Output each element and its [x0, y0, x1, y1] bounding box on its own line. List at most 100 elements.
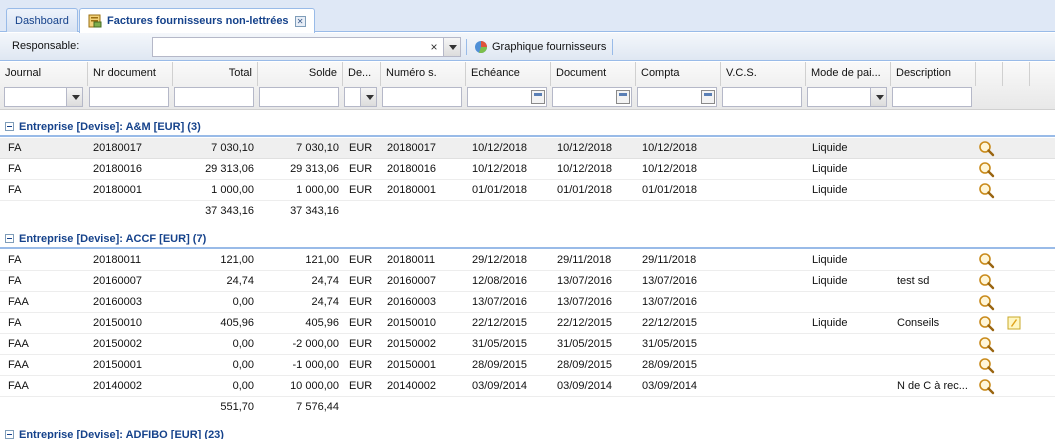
total-filter[interactable] [174, 87, 254, 107]
close-tab-icon[interactable]: ✕ [294, 15, 306, 27]
column-header-echeance[interactable]: Echéance [466, 62, 551, 86]
column-header-nr-document[interactable]: Nr document [88, 62, 173, 86]
group-header[interactable]: Entreprise [Devise]: ACCF [EUR] (7) [0, 229, 1055, 249]
table-row[interactable]: FAA 20160003 0,00 24,74 EUR 20160003 13/07/201… [0, 292, 1055, 313]
table-row[interactable]: FAA 20140002 0,00 10 000,00 EUR 20140002 03/09… [0, 376, 1055, 397]
chevron-down-icon[interactable] [443, 38, 460, 56]
cell-document: 31/05/2015 [557, 338, 613, 350]
mode-paiement-filter[interactable] [807, 87, 887, 107]
table-row[interactable]: FA 20160007 24,74 24,74 EUR 20160007 12/08/201… [0, 271, 1055, 292]
magnifier-icon[interactable] [978, 182, 995, 199]
cell-numero: 20180011 [387, 254, 436, 266]
collapse-icon[interactable] [5, 430, 14, 439]
table-row[interactable]: FA 20150010 405,96 405,96 EUR 20150010 22/12/2… [0, 313, 1055, 334]
magnifier-icon[interactable] [978, 336, 995, 353]
column-header-devise[interactable]: De... [343, 62, 381, 86]
magnifier-icon[interactable] [978, 273, 995, 290]
sum-total: 37 343,16 [205, 205, 254, 217]
cell-numero: 20180017 [387, 142, 436, 154]
cell-echeance: 29/12/2018 [472, 254, 528, 266]
column-header-solde[interactable]: Solde [258, 62, 343, 86]
column-header-document[interactable]: Document [551, 62, 636, 86]
column-header-journal[interactable]: Journal [0, 62, 88, 86]
cell-echeance: 01/01/2018 [472, 184, 528, 196]
summary-row: 551,70 7 576,44 [0, 397, 1055, 418]
responsable-combo[interactable]: × [152, 37, 461, 57]
table-row[interactable]: FA 20180016 29 313,06 29 313,06 EUR 20180016 1… [0, 159, 1055, 180]
sum-total: 551,70 [220, 401, 254, 413]
calendar-icon[interactable] [701, 90, 715, 104]
clear-icon[interactable]: × [426, 38, 442, 56]
cell-total: 1 000,00 [211, 184, 254, 196]
magnifier-icon[interactable] [978, 294, 995, 311]
table-row[interactable]: FA 20180017 7 030,10 7 030,10 EUR 20180017 10/… [0, 138, 1055, 159]
devise-filter[interactable] [344, 87, 377, 107]
graphique-fournisseurs-button[interactable]: Graphique fournisseurs [474, 38, 606, 56]
cell-echeance: 10/12/2018 [472, 163, 528, 175]
tab-dashboard[interactable]: Dashboard [6, 8, 78, 32]
cell-nr: 20140002 [93, 380, 142, 392]
chevron-down-icon[interactable] [66, 88, 82, 106]
column-header-mode-paiement[interactable]: Mode de pai... [806, 62, 891, 86]
echeance-filter[interactable] [467, 87, 547, 107]
magnifier-icon[interactable] [978, 315, 995, 332]
cell-journal: FAA [8, 359, 29, 371]
calendar-icon[interactable] [616, 90, 630, 104]
cell-echeance: 12/08/2016 [472, 275, 528, 287]
solde-filter[interactable] [259, 87, 339, 107]
column-header-numero[interactable]: Numéro s. [381, 62, 466, 86]
cell-mode: Liquide [812, 275, 848, 287]
cell-nr: 20180001 [93, 184, 142, 196]
magnifier-icon[interactable] [978, 357, 995, 374]
cell-compta: 01/01/2018 [642, 184, 698, 196]
group-label: Entreprise [Devise]: ADFIBO [EUR] (23) [19, 429, 224, 439]
cell-solde: 24,74 [311, 275, 339, 287]
description-filter[interactable] [892, 87, 972, 107]
vcs-filter[interactable] [722, 87, 802, 107]
column-header-total[interactable]: Total [173, 62, 258, 86]
tab-bar: Dashboard Factures fournisseurs non-lett… [0, 0, 1055, 33]
column-header-action [1003, 62, 1030, 86]
chevron-down-icon[interactable] [360, 88, 376, 106]
calendar-icon[interactable] [531, 90, 545, 104]
nr-document-filter[interactable] [89, 87, 169, 107]
cell-devise: EUR [349, 338, 373, 350]
column-header-compta[interactable]: Compta [636, 62, 721, 86]
magnifier-icon[interactable] [978, 161, 995, 178]
magnifier-icon[interactable] [978, 252, 995, 269]
cell-mode: Liquide [812, 254, 848, 266]
cell-journal: FA [8, 163, 22, 175]
tab-factures-label: Factures fournisseurs non-lettrées [107, 15, 289, 27]
cell-journal: FAA [8, 380, 29, 392]
cell-compta: 28/09/2015 [642, 359, 698, 371]
compta-filter[interactable] [637, 87, 717, 107]
cell-solde: -1 000,00 [292, 359, 339, 371]
note-icon[interactable] [1007, 316, 1021, 330]
column-header-description[interactable]: Description [891, 62, 976, 86]
table-row[interactable]: FAA 20150002 0,00 -2 000,00 EUR 20150002 31/05… [0, 334, 1055, 355]
group-label: Entreprise [Devise]: A&M [EUR] (3) [19, 121, 201, 133]
cell-mode: Liquide [812, 184, 848, 196]
column-header-vcs[interactable]: V.C.S. [721, 62, 806, 86]
magnifier-icon[interactable] [978, 140, 995, 157]
sum-solde: 7 576,44 [296, 401, 339, 413]
group-header[interactable]: Entreprise [Devise]: A&M [EUR] (3) [0, 117, 1055, 137]
cell-document: 01/01/2018 [557, 184, 613, 196]
tab-factures-fournisseurs[interactable]: Factures fournisseurs non-lettrées ✕ [79, 8, 315, 33]
collapse-icon[interactable] [5, 122, 14, 131]
cell-document: 10/12/2018 [557, 142, 613, 154]
table-row[interactable]: FA 20180011 121,00 121,00 EUR 20180011 29/12/2… [0, 250, 1055, 271]
cell-document: 22/12/2015 [557, 317, 613, 329]
cell-solde: 121,00 [305, 254, 339, 266]
column-header-action [976, 62, 1003, 86]
cell-compta: 13/07/2016 [642, 275, 698, 287]
chevron-down-icon[interactable] [870, 88, 886, 106]
collapse-icon[interactable] [5, 234, 14, 243]
group-header[interactable]: Entreprise [Devise]: ADFIBO [EUR] (23) [0, 425, 1055, 439]
journal-filter[interactable] [4, 87, 83, 107]
magnifier-icon[interactable] [978, 378, 995, 395]
numero-filter[interactable] [382, 87, 462, 107]
table-row[interactable]: FAA 20150001 0,00 -1 000,00 EUR 20150001 28/09… [0, 355, 1055, 376]
document-filter[interactable] [552, 87, 632, 107]
table-row[interactable]: FA 20180001 1 000,00 1 000,00 EUR 20180001 01/… [0, 180, 1055, 201]
